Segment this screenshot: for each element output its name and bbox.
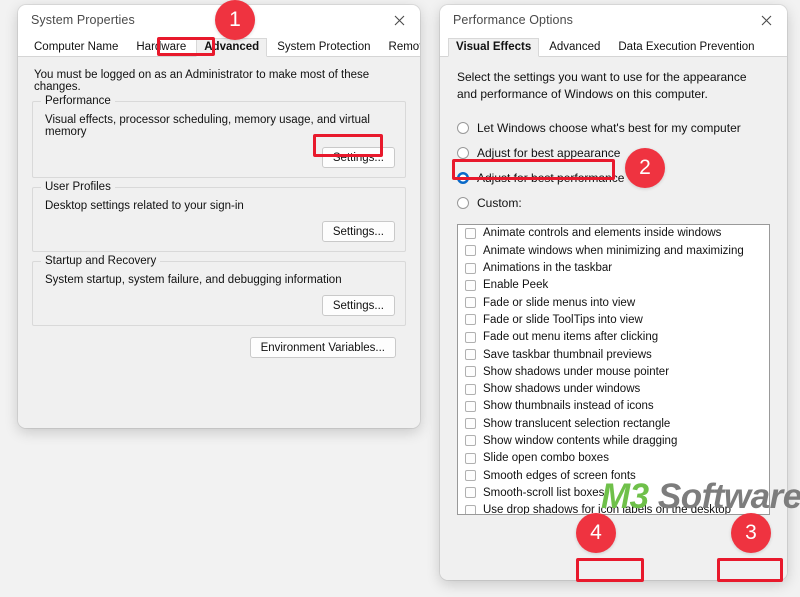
radio-let-windows-choose[interactable]: Let Windows choose what's best for my co…: [457, 118, 787, 139]
environment-variables-button[interactable]: Environment Variables...: [249, 337, 396, 358]
tab-system-protection[interactable]: System Protection: [269, 38, 378, 57]
visual-effect-row[interactable]: Show translucent selection rectangle: [458, 415, 769, 432]
checkbox-icon[interactable]: [465, 331, 476, 343]
radio-best-appearance[interactable]: Adjust for best appearance: [457, 143, 787, 164]
system-properties-dialog: System Properties Computer Name Hardware…: [18, 5, 420, 428]
environment-variables-row: Environment Variables...: [18, 335, 420, 358]
user-profiles-group: User Profiles Desktop settings related t…: [32, 181, 406, 252]
checkbox-icon[interactable]: [465, 227, 476, 239]
checkbox-icon[interactable]: [465, 452, 476, 464]
user-profiles-group-legend: User Profiles: [41, 181, 115, 193]
tab-computer-name[interactable]: Computer Name: [26, 38, 126, 57]
step-badge-1: 1: [215, 0, 255, 40]
radio-label: Adjust for best performance: [477, 171, 625, 186]
watermark-name: Software: [657, 477, 800, 516]
performance-options-tabstrip: Visual Effects Advanced Data Execution P…: [440, 35, 787, 57]
performance-options-title: Performance Options: [453, 13, 574, 27]
tab-hardware[interactable]: Hardware: [128, 38, 194, 57]
visual-effect-label: Enable Peek: [483, 279, 549, 292]
close-icon[interactable]: [745, 5, 787, 35]
tab-visual-effects[interactable]: Visual Effects: [448, 38, 540, 57]
visual-effect-label: Animations in the taskbar: [483, 262, 613, 275]
visual-effect-label: Show shadows under windows: [483, 383, 641, 396]
visual-effect-label: Save taskbar thumbnail previews: [483, 348, 652, 361]
step-badge-2: 2: [625, 148, 665, 188]
checkbox-icon[interactable]: [465, 504, 476, 514]
radio-icon: [457, 147, 469, 160]
radio-best-performance[interactable]: Adjust for best performance: [457, 168, 787, 189]
radio-label: Let Windows choose what's best for my co…: [477, 121, 741, 136]
radio-icon: [457, 197, 469, 210]
system-properties-tabstrip: Computer Name Hardware Advanced System P…: [18, 35, 420, 57]
visual-effect-row[interactable]: Fade or slide menus into view: [458, 294, 769, 311]
visual-effect-label: Animate windows when minimizing and maxi…: [483, 244, 744, 257]
visual-effect-row[interactable]: Save taskbar thumbnail previews: [458, 346, 769, 363]
visual-effect-label: Show translucent selection rectangle: [483, 417, 671, 430]
visual-effects-listbox[interactable]: Animate controls and elements inside win…: [457, 223, 770, 515]
visual-effect-label: Show thumbnails instead of icons: [483, 400, 654, 413]
checkbox-icon[interactable]: [465, 297, 476, 309]
visual-effect-row[interactable]: Animations in the taskbar: [458, 259, 769, 276]
visual-effect-label: Animate controls and elements inside win…: [483, 227, 722, 240]
checkbox-icon[interactable]: [465, 245, 476, 257]
visual-effects-intro: Select the settings you want to use for …: [457, 70, 747, 102]
watermark-brand: M3: [601, 477, 649, 516]
performance-group: Performance Visual effects, processor sc…: [32, 95, 406, 178]
checkbox-icon[interactable]: [465, 383, 476, 395]
close-icon[interactable]: [378, 5, 420, 35]
checkbox-icon[interactable]: [465, 418, 476, 430]
startup-recovery-group-legend: Startup and Recovery: [41, 255, 161, 267]
checkbox-icon[interactable]: [465, 400, 476, 412]
checkbox-icon[interactable]: [465, 349, 476, 360]
visual-effect-row[interactable]: Show shadows under mouse pointer: [458, 363, 769, 380]
startup-recovery-settings-button[interactable]: Settings...: [321, 295, 395, 316]
visual-effect-row[interactable]: Slide open combo boxes: [458, 450, 769, 467]
tab-advanced[interactable]: Advanced: [196, 38, 268, 57]
checkbox-icon[interactable]: [465, 366, 476, 378]
visual-effect-row[interactable]: Fade or slide ToolTips into view: [458, 311, 769, 328]
checkbox-icon[interactable]: [465, 279, 476, 291]
visual-effect-label: Fade out menu items after clicking: [483, 331, 659, 344]
visual-effect-row[interactable]: Animate windows when minimizing and maxi…: [458, 242, 769, 259]
visual-effect-row[interactable]: Animate controls and elements inside win…: [458, 225, 769, 242]
visual-effect-row[interactable]: Enable Peek: [458, 277, 769, 294]
checkbox-icon[interactable]: [465, 262, 476, 274]
checkbox-icon[interactable]: [465, 435, 476, 447]
checkbox-icon[interactable]: [465, 487, 476, 499]
radio-label: Custom:: [477, 196, 522, 211]
performance-group-legend: Performance: [41, 95, 115, 107]
visual-effects-radio-group: Let Windows choose what's best for my co…: [440, 114, 787, 214]
radio-label: Adjust for best appearance: [477, 146, 621, 161]
checkbox-icon[interactable]: [465, 314, 476, 326]
visual-effect-row[interactable]: Show thumbnails instead of icons: [458, 398, 769, 415]
tab-advanced[interactable]: Advanced: [541, 38, 608, 57]
tab-data-execution-prevention[interactable]: Data Execution Prevention: [610, 38, 762, 57]
system-properties-body: You must be logged on as an Administrato…: [18, 57, 420, 428]
visual-effect-row[interactable]: Show shadows under windows: [458, 380, 769, 397]
visual-effect-label: Show window contents while dragging: [483, 434, 678, 447]
visual-effect-row[interactable]: Show window contents while dragging: [458, 432, 769, 449]
watermark: M3 Software: [601, 477, 800, 517]
visual-effect-label: Slide open combo boxes: [483, 452, 609, 465]
checkbox-icon[interactable]: [465, 470, 476, 482]
visual-effect-label: Smooth-scroll list boxes: [483, 486, 605, 499]
visual-effect-label: Fade or slide ToolTips into view: [483, 313, 643, 326]
visual-effect-label: Fade or slide menus into view: [483, 296, 636, 309]
radio-icon-selected: [457, 172, 469, 185]
visual-effect-label: Show shadows under mouse pointer: [483, 365, 670, 378]
step-badge-3: 3: [731, 513, 771, 553]
step-badge-4: 4: [576, 513, 616, 553]
performance-options-titlebar: Performance Options: [440, 5, 787, 35]
user-profiles-settings-button[interactable]: Settings...: [321, 221, 395, 242]
startup-recovery-group: Startup and Recovery System startup, sys…: [32, 255, 406, 326]
system-properties-title: System Properties: [31, 13, 135, 27]
radio-custom[interactable]: Custom:: [457, 193, 787, 214]
tab-remote[interactable]: Remote: [381, 38, 420, 57]
radio-icon: [457, 122, 469, 135]
visual-effect-row[interactable]: Fade out menu items after clicking: [458, 329, 769, 346]
performance-settings-button[interactable]: Settings...: [321, 147, 395, 168]
performance-group-description: Visual effects, processor scheduling, me…: [45, 114, 370, 138]
